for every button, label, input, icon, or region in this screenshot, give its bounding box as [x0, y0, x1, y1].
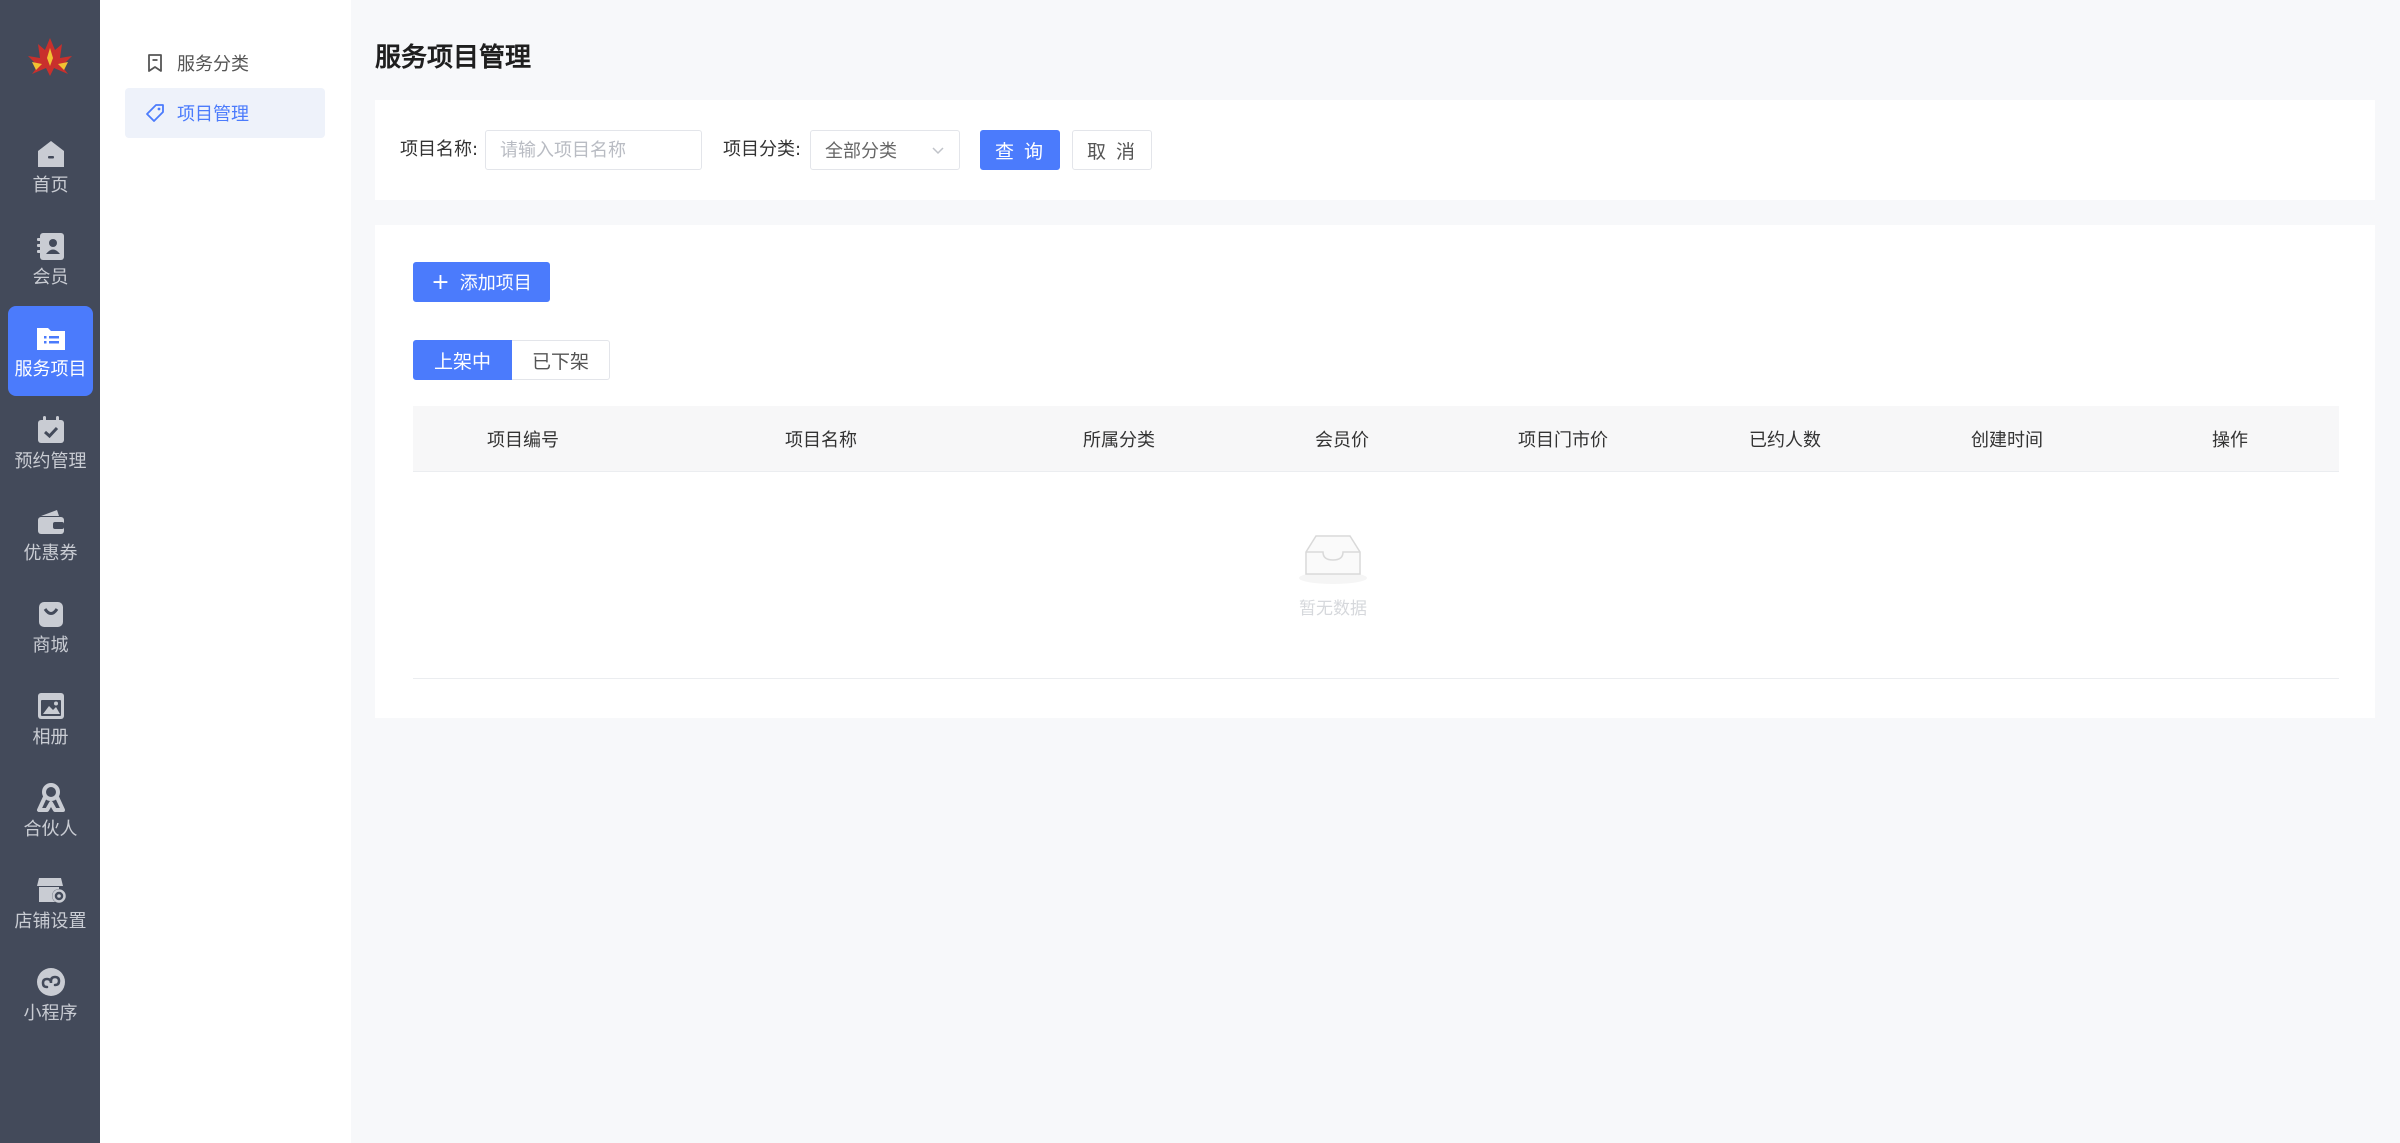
- calendar-check-icon: [37, 415, 64, 443]
- rail-item-label: 相册: [32, 726, 69, 748]
- bookmark-icon: [148, 54, 162, 72]
- tag-icon: [146, 104, 164, 122]
- cancel-button[interactable]: 取 消: [1072, 130, 1152, 170]
- rail-item-album[interactable]: 相册: [8, 674, 93, 764]
- add-project-label: 添加项目: [459, 273, 532, 294]
- partner-icon: [36, 782, 65, 812]
- rail-item-label: 店铺设置: [14, 910, 87, 932]
- column-header-member-price[interactable]: 会员价: [1315, 406, 1369, 472]
- submenu-item-project-management[interactable]: 项目管理: [125, 88, 325, 138]
- empty-inbox-icon: [1299, 535, 1367, 584]
- submenu-item-label: 项目管理: [177, 104, 249, 125]
- rail-item-label: 优惠券: [23, 542, 78, 564]
- status-tabs: 上架中 已下架: [413, 340, 611, 380]
- column-header-store-price[interactable]: 项目门市价: [1518, 406, 1608, 472]
- submenu-item-label: 服务分类: [177, 54, 249, 75]
- rail-item-home[interactable]: 首页: [8, 122, 93, 212]
- rail-item-label: 预约管理: [14, 450, 87, 472]
- query-button[interactable]: 查 询: [980, 130, 1060, 170]
- rail-item-coupons[interactable]: 优惠券: [8, 490, 93, 580]
- table-bottom-divider: [413, 678, 2339, 679]
- filter-panel: 项目名称: 项目分类: 全部分类 查 询 取 消: [375, 100, 2375, 200]
- add-project-button[interactable]: + 添加项目: [413, 262, 550, 302]
- tab-on-shelf[interactable]: 上架中: [413, 340, 513, 380]
- project-name-input[interactable]: [485, 130, 702, 170]
- store-settings-icon: [36, 877, 66, 903]
- rail-item-member[interactable]: 会员: [8, 214, 93, 304]
- table-header: 项目编号 项目名称 所属分类 会员价 项目门市价 已约人数 创建时间 操作: [413, 406, 2339, 472]
- home-icon: [37, 140, 64, 167]
- column-header-project-id[interactable]: 项目编号: [487, 406, 559, 472]
- empty-state: 暂无数据: [1253, 530, 1413, 619]
- rail-item-label: 首页: [32, 174, 69, 196]
- main-nav-rail: 首页 会员 服务项目 预约管理 优惠券 商城 相册 合伙人 店铺设置 小程序: [0, 0, 100, 1143]
- wallet-icon: [37, 509, 64, 534]
- page-title: 服务项目管理: [375, 43, 532, 73]
- chevron-down-icon: [932, 147, 944, 155]
- rail-item-label: 合伙人: [23, 818, 78, 840]
- rail-item-label: 商城: [32, 634, 69, 656]
- rail-item-store-settings[interactable]: 店铺设置: [8, 858, 93, 948]
- column-header-created-time[interactable]: 创建时间: [1971, 406, 2043, 472]
- sub-navigation: 服务分类 项目管理: [100, 0, 351, 1143]
- column-header-actions[interactable]: 操作: [2212, 406, 2248, 472]
- column-header-category[interactable]: 所属分类: [1083, 406, 1155, 472]
- column-header-project-name[interactable]: 项目名称: [785, 406, 857, 472]
- tab-off-shelf[interactable]: 已下架: [512, 340, 611, 380]
- project-category-value: 全部分类: [825, 141, 897, 162]
- project-category-select[interactable]: 全部分类: [810, 130, 960, 170]
- empty-text: 暂无数据: [1299, 599, 1367, 619]
- brand-logo-icon: [28, 38, 72, 76]
- project-list-panel: + 添加项目 上架中 已下架 项目编号 项目名称 所属分类 会员价 项目门市价 …: [375, 225, 2375, 718]
- rail-item-label: 会员: [32, 266, 69, 288]
- rail-item-label: 服务项目: [14, 358, 87, 380]
- column-header-booked-count[interactable]: 已约人数: [1749, 406, 1821, 472]
- folder-list-icon: [36, 327, 65, 350]
- rail-item-appointments[interactable]: 预约管理: [8, 398, 93, 488]
- mini-program-icon: [36, 967, 65, 996]
- plus-icon: +: [431, 269, 450, 295]
- member-card-icon: [36, 232, 64, 260]
- rail-item-partners[interactable]: 合伙人: [8, 766, 93, 856]
- rail-item-label: 小程序: [23, 1002, 78, 1024]
- rail-item-mall[interactable]: 商城: [8, 582, 93, 672]
- shopping-bag-icon: [38, 601, 63, 627]
- project-category-label: 项目分类:: [723, 139, 802, 160]
- submenu-item-service-category[interactable]: 服务分类: [125, 38, 325, 88]
- rail-item-service-projects[interactable]: 服务项目: [8, 306, 93, 396]
- photo-album-icon: [37, 692, 64, 719]
- rail-item-mini-program[interactable]: 小程序: [8, 950, 93, 1040]
- project-name-label: 项目名称:: [400, 139, 479, 160]
